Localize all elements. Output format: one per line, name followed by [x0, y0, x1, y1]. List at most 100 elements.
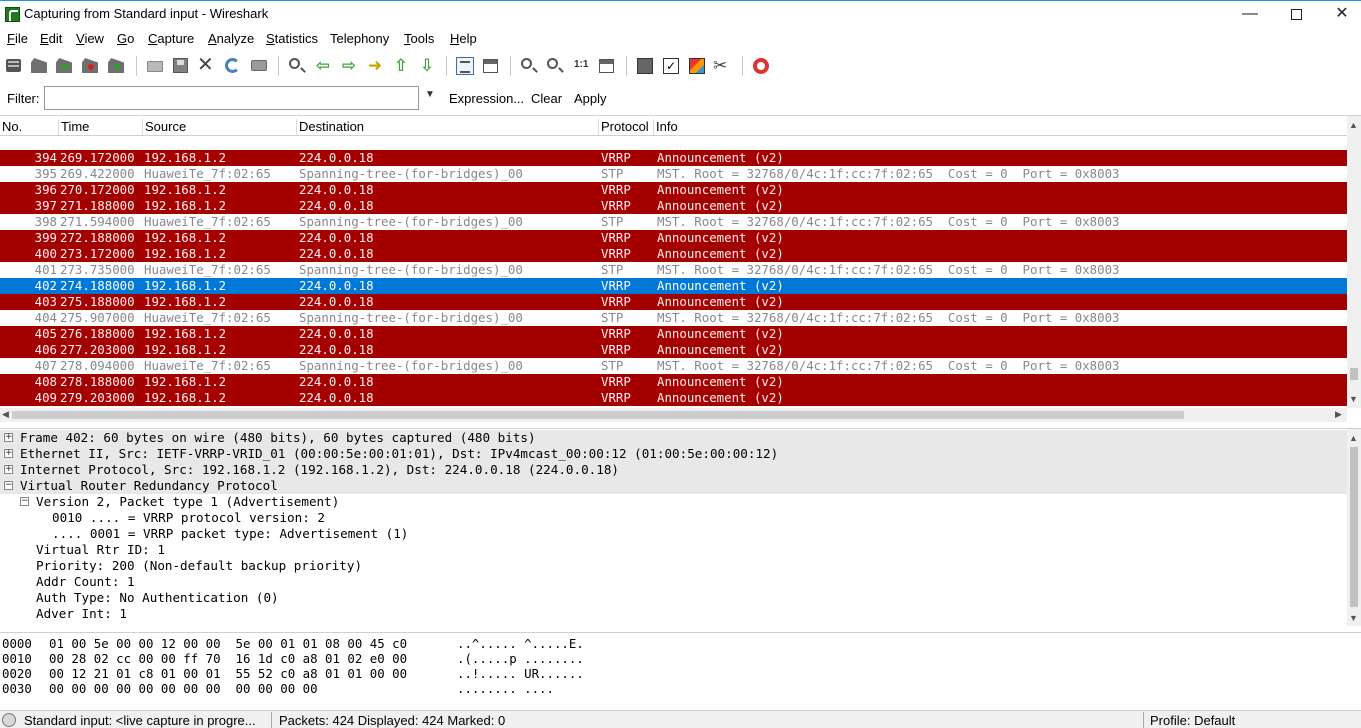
packet-source: 192.168.1.2: [144, 230, 227, 245]
scroll-left-icon[interactable]: ◀: [2, 409, 9, 420]
packet-row[interactable]: 406 277.203000 192.168.1.2 224.0.0.18 VRRP An…: [0, 342, 1347, 358]
packet-list-hscrollbar[interactable]: ◀ ▶: [0, 408, 1347, 422]
go-to-packet-button[interactable]: ➜: [364, 55, 386, 77]
detail-line[interactable]: Virtual Rtr ID: 1: [0, 542, 1347, 558]
resize-columns-button[interactable]: [596, 55, 618, 77]
detail-line[interactable]: + Frame 402: 60 bytes on wire (480 bits),…: [0, 430, 1347, 446]
packet-row[interactable]: 397 271.188000 192.168.1.2 224.0.0.18 VRRP An…: [0, 198, 1347, 214]
menu-edit[interactable]: Edit: [40, 31, 62, 46]
scroll-thumb[interactable]: [1350, 447, 1358, 607]
detail-line[interactable]: Addr Count: 1: [0, 574, 1347, 590]
packet-row[interactable]: 398 271.594000 HuaweiTe_7f:02:65 Spanning-t…: [0, 214, 1347, 230]
packet-row[interactable]: 394 269.172000 192.168.1.2 224.0.0.18 VRRP An…: [0, 150, 1347, 166]
menu-view[interactable]: View: [76, 31, 104, 46]
scroll-down-icon[interactable]: ▼: [1349, 394, 1358, 404]
auto-scroll-button[interactable]: [480, 55, 502, 77]
detail-line[interactable]: − Version 2, Packet type 1 (Advertisement…: [0, 494, 1347, 510]
detail-line[interactable]: − Virtual Router Redundancy Protocol: [0, 478, 1347, 494]
details-scrollbar[interactable]: ▲ ▼: [1347, 429, 1361, 626]
packet-row[interactable]: 400 273.172000 192.168.1.2 224.0.0.18 VRRP An…: [0, 246, 1347, 262]
packet-row[interactable]: 402 274.188000 192.168.1.2 224.0.0.18 VRRP An…: [0, 278, 1347, 294]
menu-file[interactable]: File: [7, 31, 28, 46]
expand-icon[interactable]: +: [4, 433, 13, 442]
filter-history-dropdown[interactable]: ▼: [425, 89, 435, 100]
zoom-in-button[interactable]: [518, 55, 540, 77]
column-info[interactable]: Info: [653, 119, 678, 135]
open-file-button[interactable]: [144, 55, 166, 77]
expand-icon[interactable]: +: [4, 465, 13, 474]
packet-row[interactable]: 408 278.188000 192.168.1.2 224.0.0.18 VRRP An…: [0, 374, 1347, 390]
column-no[interactable]: No.: [0, 119, 22, 135]
profile-status[interactable]: Profile: Default: [1150, 713, 1235, 728]
coloring-rules-button[interactable]: [686, 55, 708, 77]
column-destination[interactable]: Destination: [296, 119, 364, 135]
packet-row[interactable]: 401 273.735000 HuaweiTe_7f:02:65 Spanning-t…: [0, 262, 1347, 278]
scroll-down-icon[interactable]: ▼: [1349, 613, 1358, 623]
packet-row[interactable]: 407 278.094000 HuaweiTe_7f:02:65 Spanning-t…: [0, 358, 1347, 374]
capture-options-button[interactable]: [29, 55, 51, 77]
reload-button[interactable]: [222, 55, 244, 77]
hscroll-thumb[interactable]: [12, 411, 1184, 419]
start-capture-button[interactable]: [54, 55, 76, 77]
column-time[interactable]: Time: [58, 119, 89, 135]
scroll-up-icon[interactable]: ▲: [1349, 433, 1358, 443]
packet-row[interactable]: 403 275.188000 192.168.1.2 224.0.0.18 VRRP An…: [0, 294, 1347, 310]
last-packet-button[interactable]: ⇩: [416, 55, 438, 77]
detail-line[interactable]: 0010 .... = VRRP protocol version: 2: [0, 510, 1347, 526]
menu-statistics[interactable]: Statistics: [266, 31, 318, 46]
expand-icon[interactable]: +: [4, 449, 13, 458]
detail-line[interactable]: Auth Type: No Authentication (0): [0, 590, 1347, 606]
display-filters-button[interactable]: ✓: [660, 55, 682, 77]
find-packet-button[interactable]: [286, 55, 308, 77]
menu-analyze[interactable]: Analyze: [208, 31, 254, 46]
save-file-button[interactable]: [170, 55, 192, 77]
scroll-right-icon[interactable]: ▶: [1335, 409, 1342, 420]
detail-line[interactable]: Priority: 200 (Non-default backup priori…: [0, 558, 1347, 574]
minimize-button[interactable]: —: [1227, 1, 1273, 29]
packet-destination: 224.0.0.18: [299, 182, 374, 197]
detail-line[interactable]: + Ethernet II, Src: IETF-VRRP-VRID_01 (00…: [0, 446, 1347, 462]
colorize-list-button[interactable]: [454, 55, 476, 77]
detail-line[interactable]: Adver Int: 1: [0, 606, 1347, 622]
column-source[interactable]: Source: [142, 119, 186, 135]
go-forward-button[interactable]: ⇨: [338, 55, 360, 77]
interfaces-button[interactable]: [3, 55, 25, 77]
maximize-button[interactable]: [1273, 1, 1319, 29]
menu-tools[interactable]: Tools: [404, 31, 434, 46]
restart-capture-button[interactable]: [106, 55, 128, 77]
collapse-icon[interactable]: −: [20, 497, 29, 506]
normal-size-button[interactable]: 1:1: [570, 55, 592, 77]
packet-row[interactable]: 405 276.188000 192.168.1.2 224.0.0.18 VRRP An…: [0, 326, 1347, 342]
packet-row[interactable]: 399 272.188000 192.168.1.2 224.0.0.18 VRRP An…: [0, 230, 1347, 246]
detail-line[interactable]: .... 0001 = VRRP packet type: Advertisem…: [0, 526, 1347, 542]
go-back-button[interactable]: ⇦: [312, 55, 334, 77]
detail-line[interactable]: + Internet Protocol, Src: 192.168.1.2 (19…: [0, 462, 1347, 478]
clear-filter-button[interactable]: Clear: [531, 91, 562, 106]
column-protocol[interactable]: Protocol: [598, 119, 649, 135]
capture-filters-button[interactable]: [634, 55, 656, 77]
collapse-icon[interactable]: −: [4, 481, 13, 490]
menu-go[interactable]: Go: [117, 31, 134, 46]
close-window-button[interactable]: ✕: [1319, 1, 1361, 29]
apply-filter-button[interactable]: Apply: [574, 91, 607, 106]
stop-capture-button[interactable]: [80, 55, 102, 77]
scroll-thumb[interactable]: [1350, 368, 1358, 380]
packet-row[interactable]: 396 270.172000 192.168.1.2 224.0.0.18 VRRP An…: [0, 182, 1347, 198]
packet-row[interactable]: 404 275.907000 HuaweiTe_7f:02:65 Spanning-t…: [0, 310, 1347, 326]
menu-telephony[interactable]: Telephony: [330, 31, 389, 46]
expression-button[interactable]: Expression...: [449, 91, 524, 106]
help-button[interactable]: [750, 55, 772, 77]
first-packet-button[interactable]: ⇧: [390, 55, 412, 77]
menu-capture[interactable]: Capture: [148, 31, 194, 46]
packet-row[interactable]: 395 269.422000 HuaweiTe_7f:02:65 Spanning-t…: [0, 166, 1347, 182]
filter-input[interactable]: [44, 86, 419, 110]
preferences-button[interactable]: ✂: [712, 55, 734, 77]
packet-list-scrollbar[interactable]: ▲ ▼: [1347, 116, 1361, 408]
packet-row[interactable]: 409 279.203000 192.168.1.2 224.0.0.18 VRRP An…: [0, 390, 1347, 406]
scroll-up-icon[interactable]: ▲: [1349, 120, 1358, 130]
menu-help[interactable]: Help: [450, 31, 477, 46]
zoom-out-button[interactable]: [544, 55, 566, 77]
close-file-button[interactable]: ✕: [196, 54, 218, 77]
print-button[interactable]: [248, 55, 270, 77]
expert-info-icon[interactable]: [2, 713, 16, 727]
